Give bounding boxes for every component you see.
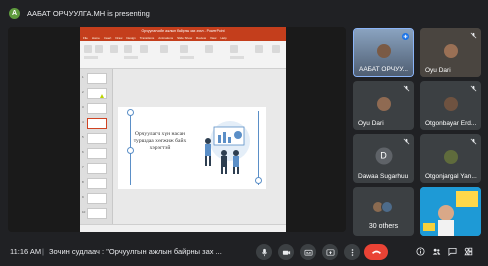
people-icon[interactable] — [432, 247, 441, 256]
mic-off-icon — [470, 32, 477, 39]
captions-icon — [304, 249, 312, 256]
speaking-icon — [402, 33, 409, 40]
more-options-button[interactable] — [344, 244, 360, 260]
ppt-statusbar — [80, 224, 286, 232]
ppt-menu-item: Transitions — [139, 36, 155, 40]
ppt-menu-item: Slide Show — [177, 36, 193, 40]
hangup-button[interactable] — [364, 244, 388, 260]
presenter-avatar: A — [9, 7, 20, 19]
mic-off-icon — [470, 138, 477, 145]
info-icon[interactable] — [416, 247, 425, 256]
bottom-toolbar: 11:16 AM | Зочин судлаач : "Орчуулгын аж… — [0, 236, 488, 266]
ppt-ribbon — [80, 41, 286, 69]
participant-tile[interactable]: Otgonjargal Yan... — [420, 134, 481, 183]
ppt-menu-item: Help — [220, 36, 227, 40]
mic-off-icon — [470, 85, 477, 92]
ppt-titlebar: Орчуулагчийн ажлын байрны зах зээл - Pow… — [80, 27, 286, 35]
participant-name: Oyu Dari — [425, 67, 451, 74]
meeting-title: Зочин судлаач : "Орчуулгын ажлын байрны … — [49, 246, 222, 256]
participant-tile[interactable]: Otgonbayar Erd... — [420, 81, 481, 130]
captions-button[interactable] — [300, 244, 316, 260]
mic-button[interactable] — [256, 244, 272, 260]
participant-tile[interactable]: Oyu Dari — [353, 81, 414, 130]
mic-off-icon — [403, 138, 410, 145]
participant-name: Oyu Dari — [358, 120, 384, 127]
hangup-icon — [371, 250, 381, 254]
slide-thumbnails: 1 2 3 4 5 6 7 8 9 10 — [80, 69, 113, 224]
participant-name: Otgonbayar Erd... — [425, 120, 477, 127]
mic-off-icon — [403, 85, 410, 92]
participant-tile[interactable] — [420, 187, 481, 236]
activities-icon[interactable] — [464, 247, 473, 256]
participant-tile[interactable]: D Dawaa Sugarhuu — [353, 134, 414, 183]
shared-screen[interactable]: Орчуулагчийн ажлын байрны зах зээл - Pow… — [8, 27, 346, 232]
more-icon — [351, 248, 353, 256]
mouse-cursor — [100, 94, 104, 98]
participant-avatar: D — [375, 147, 392, 165]
participant-name: ААБАТ ОРЧУУ... — [359, 66, 408, 73]
ppt-menu-item: Home — [91, 36, 100, 40]
current-slide: Орчуулагч хүн насан туршдаа хөгжиж байх … — [118, 107, 266, 189]
ppt-menu-item: Insert — [103, 36, 112, 40]
presenting-status: ААБАТ ОРЧУУЛГА.МН is presenting — [27, 8, 150, 18]
participant-video-image — [420, 187, 481, 236]
presentation-illustration — [205, 121, 250, 174]
others-tile[interactable]: 30 others — [353, 187, 414, 236]
mic-icon — [261, 248, 267, 256]
present-button[interactable] — [322, 244, 338, 260]
ppt-menu-item: Animations — [158, 36, 174, 40]
others-count: 30 others — [368, 223, 399, 230]
ppt-menu-item: Draw — [115, 36, 123, 40]
ppt-title: Орчуулагчийн ажлын байрны зах зээл - Pow… — [141, 29, 225, 33]
separator: | — [42, 246, 44, 256]
slide-canvas: Орчуулагч хүн насан туршдаа хөгжиж байх … — [113, 69, 286, 224]
participant-tile[interactable]: Oyu Dari — [420, 28, 481, 77]
participant-name: Dawaa Sugarhuu — [358, 173, 409, 180]
clock: 11:16 AM — [10, 246, 42, 256]
camera-icon — [282, 250, 290, 255]
presenting-bar: A ААБАТ ОРЧУУЛГА.МН is presenting — [0, 0, 488, 26]
ppt-menu-item: Design — [126, 36, 136, 40]
participant-tile[interactable]: ААБАТ ОРЧУУ... — [353, 28, 414, 77]
slide-quote: Орчуулагч хүн насан туршдаа хөгжиж байх … — [133, 131, 187, 151]
ppt-menu-item: Review — [196, 36, 206, 40]
participant-name: Otgonjargal Yan... — [425, 173, 477, 180]
present-icon — [326, 248, 334, 256]
chat-icon[interactable] — [448, 247, 457, 256]
others-avatars — [371, 200, 393, 213]
ppt-menu-item: View — [210, 36, 217, 40]
ppt-menu-item: File — [83, 36, 88, 40]
powerpoint-window: Орчуулагчийн ажлын байрны зах зээл - Pow… — [80, 27, 286, 232]
camera-button[interactable] — [278, 244, 294, 260]
